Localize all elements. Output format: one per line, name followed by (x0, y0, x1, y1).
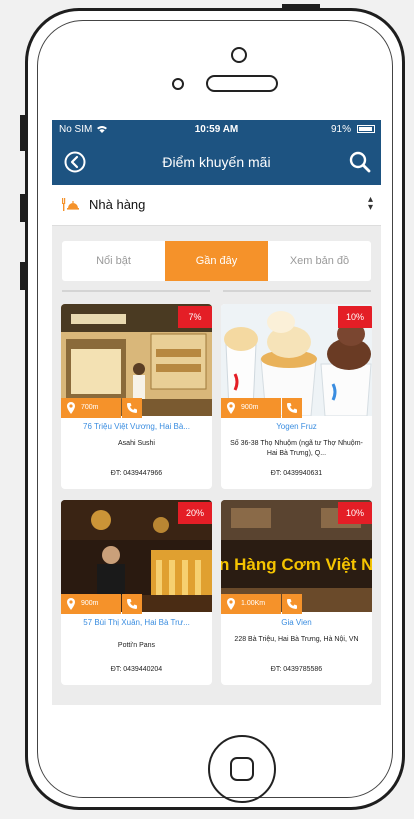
phone-icon (127, 403, 137, 413)
card-subtitle: Potti'n Pans (117, 642, 156, 649)
home-button-icon (230, 757, 254, 781)
distance-badge: 900m (221, 398, 281, 418)
card-subtitle: Asahi Sushi (118, 440, 155, 447)
promo-card[interactable]: 10% 900m Yogen Fruz Số 36-38 Thọ Nhuộm (… (221, 304, 372, 489)
card-title-link[interactable]: 57 Bùi Thị Xuân, Hai Bà Trư... (65, 618, 208, 627)
call-button[interactable] (282, 398, 302, 418)
card-subtitle: 228 Bà Triệu, Hai Bà Trưng, Hà Nội, VN (234, 636, 359, 643)
location-pin-icon (227, 402, 235, 414)
location-pin-icon (67, 598, 75, 610)
card-title-link[interactable]: Yogen Fruz (225, 422, 368, 431)
discount-badge: 10% (338, 306, 372, 328)
list-divider (62, 290, 371, 292)
battery-icon (357, 125, 375, 133)
front-camera (231, 47, 247, 63)
tab-noi-bat[interactable]: Nổi bật (62, 241, 165, 281)
card-phone: ĐT: 0439785586 (270, 666, 323, 673)
distance-badge: 1.00Km (221, 594, 281, 614)
call-button[interactable] (282, 594, 302, 614)
phone-icon (127, 599, 137, 609)
app-screen: No SIM 10:59 AM 91% Điểm khuyến mãi Nhà … (52, 120, 381, 705)
proximity-sensor (172, 78, 184, 90)
page-title: Điểm khuyến mãi (162, 154, 271, 170)
distance-label: 900m (81, 600, 99, 607)
search-icon[interactable] (348, 150, 372, 174)
tab-gan-day[interactable]: Gần đây (165, 241, 268, 281)
card-phone: ĐT: 0439440204 (110, 666, 163, 673)
sign-text: n Hàng Cơm Việt N (221, 555, 372, 574)
distance-badge: 900m (61, 594, 121, 614)
restaurant-icon (62, 198, 79, 211)
location-pin-icon (227, 598, 235, 610)
nav-bar: Điểm khuyến mãi (52, 138, 381, 185)
promo-card[interactable]: 20% 900m 57 Bùi Thị Xuân, Hai Bà Trư... … (61, 500, 212, 685)
location-pin-icon (67, 402, 75, 414)
category-label: Nhà hàng (89, 197, 146, 212)
card-title-link[interactable]: Gia Vien (225, 618, 368, 627)
call-button[interactable] (122, 594, 142, 614)
discount-badge: 10% (338, 502, 372, 524)
card-phone: ĐT: 0439940631 (270, 470, 323, 477)
battery-percent: 91% (330, 124, 351, 135)
card-title-link[interactable]: 76 Triệu Việt Vương, Hai Bà... (65, 422, 208, 431)
card-subtitle: Số 36-38 Thọ Nhuộm (ngã tư Thợ Nhuộm- Ha… (230, 440, 363, 457)
category-selector[interactable]: Nhà hàng ▴ ▾ (52, 185, 381, 226)
home-button[interactable] (208, 735, 276, 803)
tab-xem-ban-do[interactable]: Xem bản đồ (268, 241, 371, 281)
status-bar: No SIM 10:59 AM 91% (52, 120, 381, 138)
discount-badge: 20% (178, 502, 212, 524)
promo-card[interactable]: 7% 700m 76 Triệu Việt Vương, Hai Bà... A… (61, 304, 212, 489)
phone-icon (287, 599, 297, 609)
up-down-arrow-icon: ▴ ▾ (367, 194, 373, 213)
distance-label: 900m (241, 404, 259, 411)
phone-icon (287, 403, 297, 413)
distance-badge: 700m (61, 398, 121, 418)
segment-tabs: Nổi bật Gần đây Xem bản đồ (62, 241, 371, 281)
promo-card[interactable]: n Hàng Cơm Việt N 10% 1.00Km Gia Vien 22… (221, 500, 372, 685)
earpiece-speaker (206, 75, 278, 92)
distance-label: 1.00Km (241, 600, 266, 607)
distance-label: 700m (81, 404, 99, 411)
call-button[interactable] (122, 398, 142, 418)
battery-fill (359, 127, 372, 131)
discount-badge: 7% (178, 306, 212, 328)
card-phone: ĐT: 0439447966 (110, 470, 163, 477)
